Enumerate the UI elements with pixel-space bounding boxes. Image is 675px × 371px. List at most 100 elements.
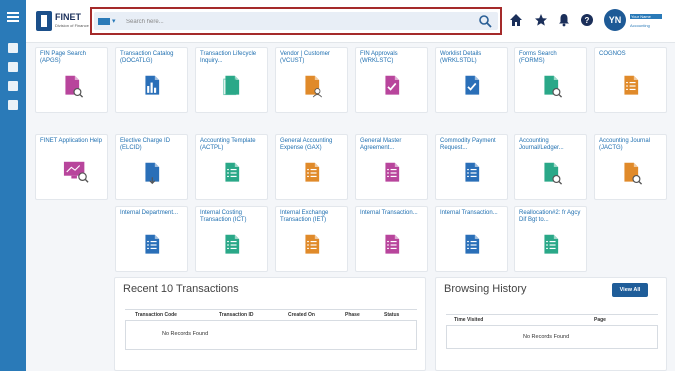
tile-general-accounting-expense-gax[interactable]: General Accounting Expense (GAX) bbox=[275, 134, 348, 200]
check-doc-icon bbox=[382, 72, 406, 100]
tile-label: General Master Agreement... bbox=[360, 138, 402, 151]
col-page[interactable]: Page bbox=[594, 317, 606, 323]
search-icon[interactable] bbox=[478, 14, 492, 28]
tile-label: Commodity Payment Request... bbox=[440, 138, 496, 151]
user-name[interactable]: Your Name bbox=[630, 14, 662, 19]
tile-label: Internal Department... bbox=[120, 210, 179, 216]
tile-label: Transaction Lifecycle Inquiry... bbox=[200, 51, 257, 64]
tile-general-master-agreement[interactable]: General Master Agreement... bbox=[355, 134, 428, 200]
add-icon[interactable] bbox=[8, 43, 18, 53]
global-search-box: ▾ bbox=[90, 7, 502, 35]
tile-finet-application-help[interactable]: FINET Application Help bbox=[35, 134, 108, 200]
tile-label: Internal Transaction... bbox=[360, 210, 418, 216]
tile-label: Transaction Catalog (DOCATLG) bbox=[120, 51, 174, 64]
search-bar: ▾ bbox=[94, 12, 498, 30]
tile-label: Worklist Details (WRKLSTDL) bbox=[440, 51, 482, 64]
tile-reallocation-2-fr-agcy-dif-bgt-to[interactable]: Reallocation#2: fr Agcy Dif Bgt to... bbox=[514, 206, 587, 272]
tile-label: Elective Charge ID (ELCID) bbox=[120, 138, 171, 151]
list-doc-icon bbox=[462, 159, 486, 187]
logo-title: FINET bbox=[55, 12, 81, 22]
tile-fin-approvals-wrklstc[interactable]: FIN Approvals (WRKLSTC) bbox=[355, 47, 428, 113]
tile-label: Internal Costing Transaction (ICT) bbox=[200, 210, 247, 223]
browsing-history-card: Browsing History View All Time Visited P… bbox=[435, 277, 667, 371]
tile-vendor-customer-vcust[interactable]: Vendor | Customer (VCUST) bbox=[275, 47, 348, 113]
list-doc-icon bbox=[382, 159, 406, 187]
tile-label: Vendor | Customer (VCUST) bbox=[280, 51, 330, 64]
finet-logo-mark-icon bbox=[36, 11, 52, 31]
col-status[interactable]: Status bbox=[384, 312, 399, 318]
person-doc-icon bbox=[302, 72, 326, 100]
col-time-visited[interactable]: Time Visited bbox=[454, 317, 483, 323]
list-doc-icon bbox=[222, 159, 246, 187]
tile-internal-exchange-transaction-iet[interactable]: Internal Exchange Transaction (IET) bbox=[275, 206, 348, 272]
col-phase[interactable]: Phase bbox=[345, 312, 360, 318]
search-input[interactable] bbox=[124, 15, 448, 29]
tile-forms-search-forms[interactable]: Forms Search (FORMS) bbox=[514, 47, 587, 113]
tile-label: Accounting Journal (JACTG) bbox=[599, 138, 651, 151]
check-doc-icon bbox=[462, 72, 486, 100]
home-folder-icon[interactable] bbox=[8, 62, 18, 72]
tile-internal-department[interactable]: Internal Department... bbox=[115, 206, 188, 272]
tile-fin-page-search-apgs[interactable]: FIN Page Search (APGS) bbox=[35, 47, 108, 113]
recent-transactions-body: No Records Found bbox=[125, 320, 417, 350]
star-icon[interactable] bbox=[534, 13, 548, 27]
avatar[interactable]: YN bbox=[604, 9, 626, 31]
col-transaction-code[interactable]: Transaction Code bbox=[135, 312, 177, 318]
browsing-history-title: Browsing History bbox=[444, 283, 527, 295]
tile-accounting-journal-jactg[interactable]: Accounting Journal (JACTG) bbox=[594, 134, 667, 200]
list-doc-icon bbox=[541, 231, 565, 259]
checklist-icon[interactable] bbox=[8, 100, 18, 110]
search-type-dropdown[interactable]: ▾ bbox=[98, 17, 116, 25]
tile-transaction-catalog-docatlg[interactable]: Transaction Catalog (DOCATLG) bbox=[115, 47, 188, 113]
browsing-history-body: No Records Found bbox=[446, 325, 658, 349]
tile-transaction-lifecycle-inquiry[interactable]: Transaction Lifecycle Inquiry... bbox=[195, 47, 268, 113]
stacked-docs-icon bbox=[222, 72, 246, 100]
search-doc-icon bbox=[541, 159, 565, 187]
view-all-button[interactable]: View All bbox=[612, 283, 648, 297]
home-icon[interactable] bbox=[509, 13, 523, 27]
document-icon[interactable] bbox=[8, 81, 18, 91]
list-doc-icon bbox=[462, 231, 486, 259]
help-monitor-icon bbox=[62, 159, 89, 187]
tile-label: Reallocation#2: fr Agcy Dif Bgt to... bbox=[519, 210, 581, 223]
svg-text:?: ? bbox=[585, 16, 590, 25]
recent-empty-message: No Records Found bbox=[162, 331, 209, 337]
list-doc-icon bbox=[302, 159, 326, 187]
tile-commodity-payment-request[interactable]: Commodity Payment Request... bbox=[435, 134, 508, 200]
bell-icon[interactable] bbox=[557, 13, 571, 27]
help-icon[interactable]: ? bbox=[580, 13, 594, 27]
list-doc-icon bbox=[142, 231, 166, 259]
tile-label: Forms Search (FORMS) bbox=[519, 51, 557, 64]
top-header: FINET Division of Finance ▾ ? bbox=[26, 0, 675, 43]
col-created-on[interactable]: Created On bbox=[288, 312, 315, 318]
logo-subtitle: Division of Finance bbox=[55, 23, 89, 28]
search-doc-icon bbox=[62, 72, 86, 100]
tile-cognos[interactable]: COGNOS bbox=[594, 47, 667, 113]
doc-down-arrow-icon bbox=[142, 159, 166, 187]
tile-elective-charge-id-elcid[interactable]: Elective Charge ID (ELCID) bbox=[115, 134, 188, 200]
tile-internal-transaction[interactable]: Internal Transaction... bbox=[435, 206, 508, 272]
sidebar bbox=[0, 0, 26, 371]
tile-internal-transaction[interactable]: Internal Transaction... bbox=[355, 206, 428, 272]
menu-icon[interactable] bbox=[7, 12, 19, 22]
tile-label: COGNOS bbox=[599, 51, 626, 57]
tile-label: Internal Transaction... bbox=[440, 210, 498, 216]
user-role: Accounting bbox=[630, 23, 650, 28]
tile-label: FINET Application Help bbox=[40, 138, 102, 144]
col-transaction-id[interactable]: Transaction ID bbox=[219, 312, 253, 318]
search-doc-icon bbox=[621, 159, 645, 187]
list-doc-icon bbox=[621, 72, 645, 100]
list-doc-icon bbox=[222, 231, 246, 259]
tile-label: Accounting Journal/Ledger... bbox=[519, 138, 564, 151]
list-doc-icon bbox=[382, 231, 406, 259]
tile-accounting-template-actpl[interactable]: Accounting Template (ACTPL) bbox=[195, 134, 268, 200]
history-empty-message: No Records Found bbox=[523, 334, 570, 340]
catalog-chart-icon bbox=[142, 72, 166, 100]
finet-logo[interactable]: FINET Division of Finance bbox=[36, 11, 89, 33]
tile-worklist-details-wrklstdl[interactable]: Worklist Details (WRKLSTDL) bbox=[435, 47, 508, 113]
recent-transactions-card: Recent 10 Transactions Transaction Code … bbox=[114, 277, 426, 371]
tile-internal-costing-transaction-ict[interactable]: Internal Costing Transaction (ICT) bbox=[195, 206, 268, 272]
tile-label: Accounting Template (ACTPL) bbox=[200, 138, 256, 151]
tile-label: FIN Approvals (WRKLSTC) bbox=[360, 51, 398, 64]
tile-accounting-journal-ledger[interactable]: Accounting Journal/Ledger... bbox=[514, 134, 587, 200]
